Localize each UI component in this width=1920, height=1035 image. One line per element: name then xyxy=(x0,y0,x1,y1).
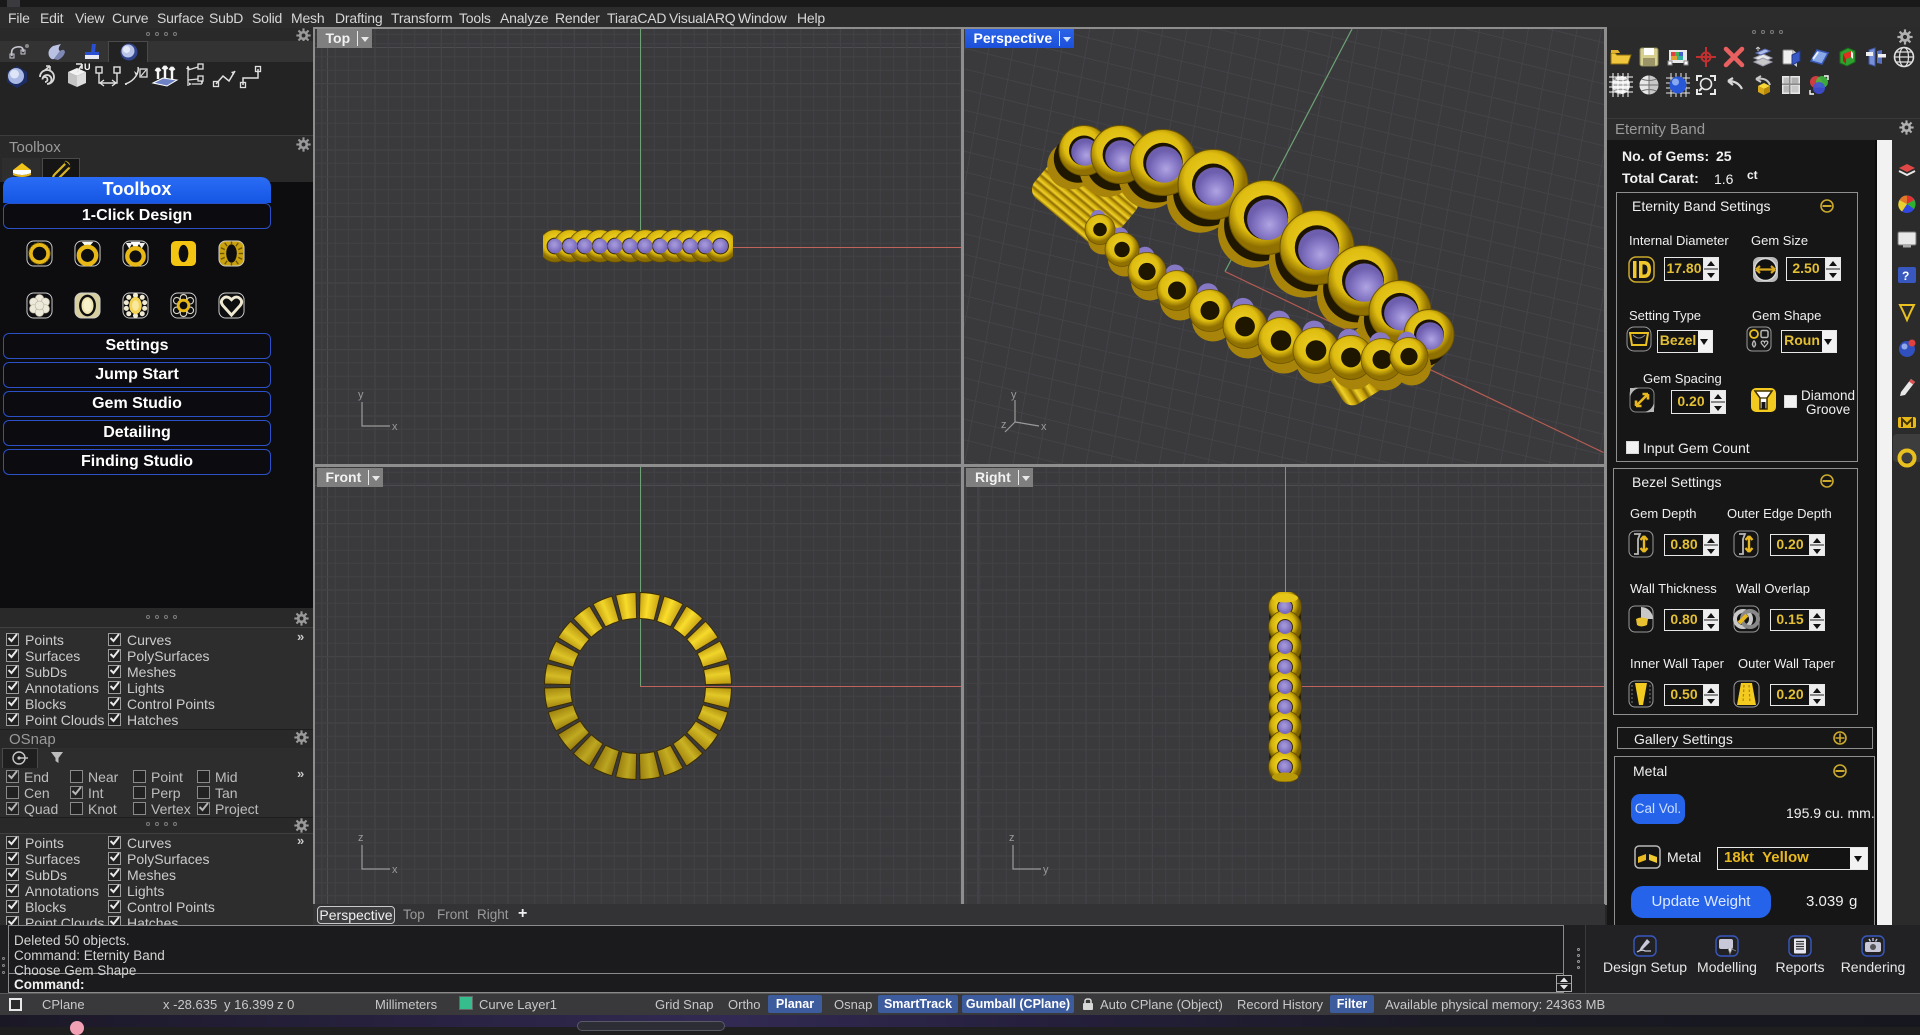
svg-text:y: y xyxy=(1011,390,1017,401)
svg-text:x: x xyxy=(1041,421,1047,433)
svg-text:z: z xyxy=(358,833,364,844)
svg-text:y: y xyxy=(358,390,364,401)
svg-text:x: x xyxy=(392,864,398,876)
svg-text:U: U xyxy=(84,62,91,72)
svg-text:y: y xyxy=(1043,864,1049,876)
svg-text:?: ? xyxy=(1902,269,1909,283)
svg-text:x: x xyxy=(392,421,398,433)
svg-text:z: z xyxy=(1001,419,1007,431)
svg-text:z: z xyxy=(1009,833,1015,844)
